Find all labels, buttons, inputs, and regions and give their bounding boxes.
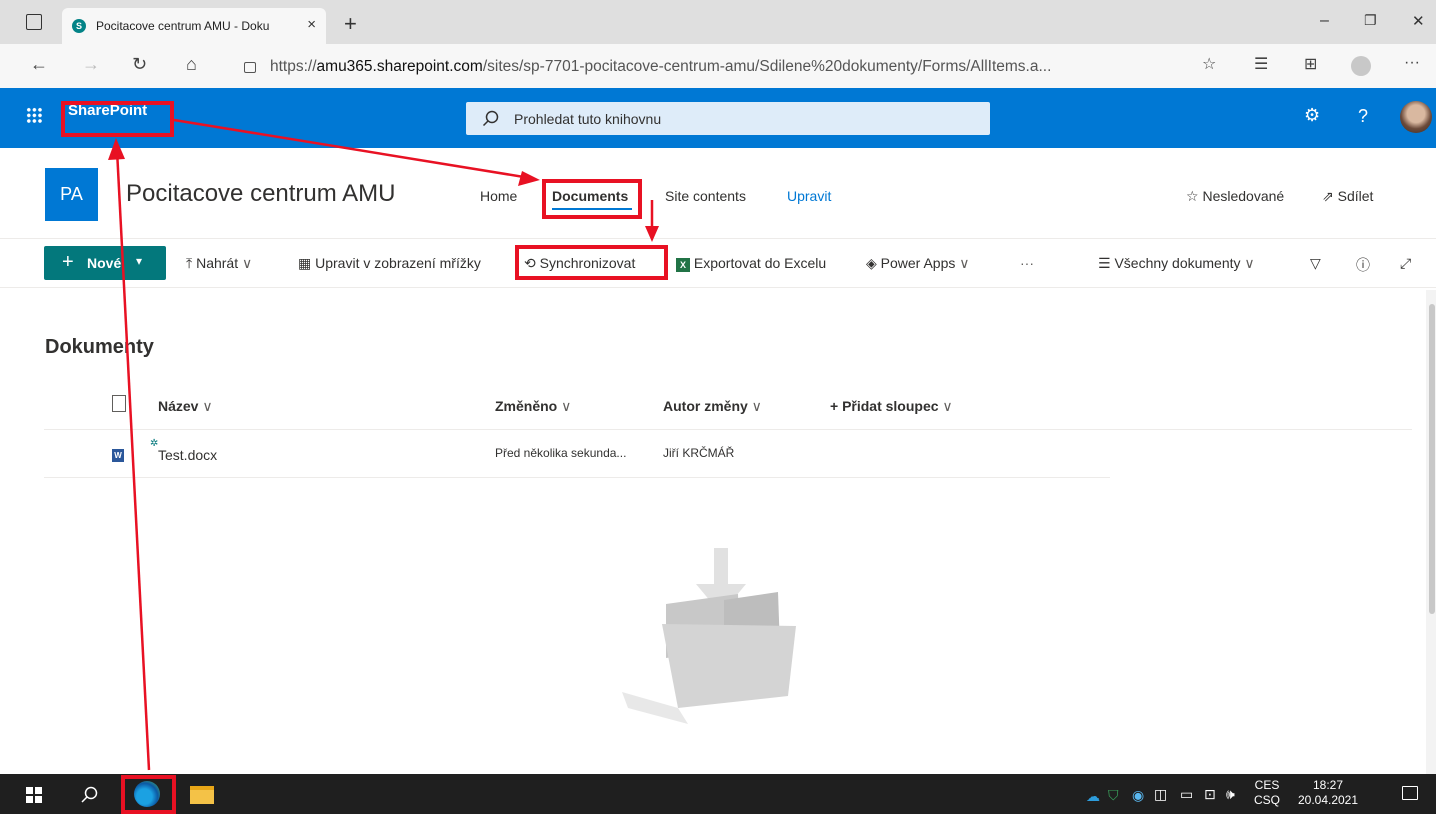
star-icon: ☆ [1186, 188, 1203, 204]
scrollbar-thumb[interactable] [1429, 304, 1435, 614]
command-bar: + Nové ▾ ⤒ Nahrát ∨ ▦ Upravit v zobrazen… [0, 238, 1436, 288]
user-avatar[interactable] [1400, 101, 1432, 133]
sync-status-icon[interactable]: ◉ [1132, 787, 1144, 804]
plus-icon: + [62, 251, 74, 273]
modified-cell: Před několika sekunda... [495, 446, 627, 460]
taskbar: ☁ ⛉ ◉ ◫ ▭ ⊡ 🕪 CES CSQ 18:27 20.04.2021 [0, 774, 1436, 814]
excel-icon: X [676, 258, 690, 272]
language-indicator[interactable]: CES CSQ [1250, 778, 1284, 808]
tray-apps-icon[interactable]: ▭ [1180, 786, 1193, 803]
grid-icon: ▦ [298, 255, 316, 271]
address-bar-row: ← → ↻ ⌂ https://amu365.sharepoint.com/si… [0, 44, 1436, 89]
file-type-header-icon [112, 395, 126, 412]
new-label: Nové [87, 255, 122, 271]
new-tab-button[interactable]: + [344, 11, 357, 37]
collections-icon[interactable]: ⊞ [1304, 54, 1317, 74]
filter-icon[interactable]: ▽ [1310, 255, 1321, 272]
tab-close-icon[interactable]: × [307, 16, 316, 33]
power-apps-icon: ◈ [866, 255, 881, 271]
column-header-modified[interactable]: Změněno ∨ [495, 398, 571, 415]
add-column-button[interactable]: + Přidat sloupec ∨ [830, 398, 953, 415]
export-excel-button[interactable]: X Exportovat do Excelu [676, 255, 826, 272]
chevron-down-icon: ∨ [747, 398, 762, 414]
new-button[interactable]: + Nové ▾ [44, 246, 166, 280]
browser-tab-strip: S Pocitacove centrum AMU - Doku × + – ❐ … [0, 0, 1436, 44]
chevron-down-icon: ∨ [955, 255, 970, 271]
nav-edit[interactable]: Upravit [787, 188, 831, 204]
chevron-down-icon: ∨ [938, 398, 953, 414]
upload-icon: ⤒ [186, 255, 197, 271]
chevron-down-icon: ∨ [557, 398, 572, 414]
onedrive-icon[interactable]: ☁ [1086, 788, 1100, 805]
url-text[interactable]: https://amu365.sharepoint.com/sites/sp-7… [270, 58, 1051, 76]
close-window-button[interactable]: ✕ [1412, 12, 1425, 30]
volume-icon[interactable]: 🕪 [1226, 786, 1235, 803]
more-menu-icon[interactable]: ··· [1404, 54, 1420, 72]
nav-home[interactable]: Home [480, 188, 517, 204]
view-list-icon: ☰ [1098, 255, 1115, 271]
search-placeholder: Prohledat tuto knihovnu [514, 111, 662, 127]
site-title[interactable]: Pocitacove centrum AMU [126, 180, 395, 208]
highlight-sharepoint [61, 101, 174, 137]
security-icon[interactable]: ⛉ [1108, 787, 1119, 804]
file-name-link[interactable]: Test.docx [158, 447, 217, 463]
word-file-icon: W [112, 449, 124, 462]
windows-start-icon[interactable] [26, 787, 42, 803]
help-icon[interactable]: ? [1358, 106, 1368, 127]
empty-folder-illustration [622, 548, 796, 724]
author-cell[interactable]: Jiří KRČMÁŘ [663, 446, 734, 460]
info-icon[interactable]: ⓘ [1356, 255, 1370, 275]
share-button[interactable]: ⇗ Sdílet [1322, 188, 1373, 205]
sharepoint-favicon-icon: S [72, 19, 86, 33]
settings-icon[interactable]: ⚙ [1304, 105, 1320, 126]
notifications-icon[interactable] [1402, 786, 1418, 800]
suite-bar: SharePoint Prohledat tuto knihovnu ⚙ ? [0, 88, 1436, 148]
chevron-down-icon: ∨ [238, 255, 253, 271]
minimize-button[interactable]: – [1320, 12, 1329, 30]
tab-actions-icon[interactable] [26, 14, 42, 30]
back-icon[interactable]: ← [30, 54, 48, 75]
file-explorer-icon[interactable] [190, 786, 214, 804]
refresh-icon[interactable]: ↻ [132, 54, 147, 75]
chevron-down-icon: ∨ [1240, 255, 1255, 271]
upload-button[interactable]: ⤒ Nahrát ∨ [186, 255, 252, 272]
follow-button[interactable]: ☆ Nesledované [1186, 188, 1284, 205]
search-input[interactable]: Prohledat tuto knihovnu [466, 102, 990, 135]
tray-app-icon[interactable]: ◫ [1154, 786, 1167, 803]
site-logo[interactable]: PA [45, 168, 98, 221]
share-icon: ⇗ [1322, 188, 1338, 204]
power-apps-button[interactable]: ◈ Power Apps ∨ [866, 255, 970, 272]
favorite-add-icon[interactable]: ☆ [1202, 54, 1216, 74]
library-title: Dokumenty [45, 336, 154, 358]
browser-tab[interactable]: S Pocitacove centrum AMU - Doku × [62, 8, 326, 44]
chevron-down-icon: ▾ [136, 254, 143, 268]
grid-edit-button[interactable]: ▦ Upravit v zobrazení mřížky [298, 255, 481, 272]
table-row[interactable]: W ✲ Test.docx Před několika sekunda... J… [44, 430, 1110, 478]
column-header-name[interactable]: Název ∨ [158, 398, 213, 415]
app-launcher-icon[interactable] [26, 107, 42, 123]
clock[interactable]: 18:27 20.04.2021 [1290, 778, 1366, 808]
lock-icon [244, 62, 256, 73]
search-icon[interactable] [80, 786, 98, 804]
network-icon[interactable]: ⊡ [1204, 786, 1216, 803]
favorites-icon[interactable]: ☰ [1254, 54, 1268, 74]
view-switcher[interactable]: ☰ Všechny dokumenty ∨ [1098, 255, 1255, 272]
profile-avatar[interactable] [1351, 56, 1371, 76]
tab-title: Pocitacove centrum AMU - Doku [96, 19, 270, 33]
chevron-down-icon: ∨ [198, 398, 213, 414]
search-icon [482, 110, 499, 127]
highlight-documents [542, 179, 642, 219]
column-header-author[interactable]: Autor změny ∨ [663, 398, 762, 415]
home-icon[interactable]: ⌂ [186, 54, 197, 75]
forward-icon[interactable]: → [82, 54, 100, 75]
more-commands-icon[interactable]: ··· [1020, 255, 1034, 271]
expand-icon[interactable]: ⤢ [1400, 255, 1411, 272]
highlight-sync [515, 245, 668, 280]
restore-button[interactable]: ❐ [1364, 12, 1377, 29]
nav-site-contents[interactable]: Site contents [665, 188, 746, 204]
highlight-edge [121, 775, 176, 814]
